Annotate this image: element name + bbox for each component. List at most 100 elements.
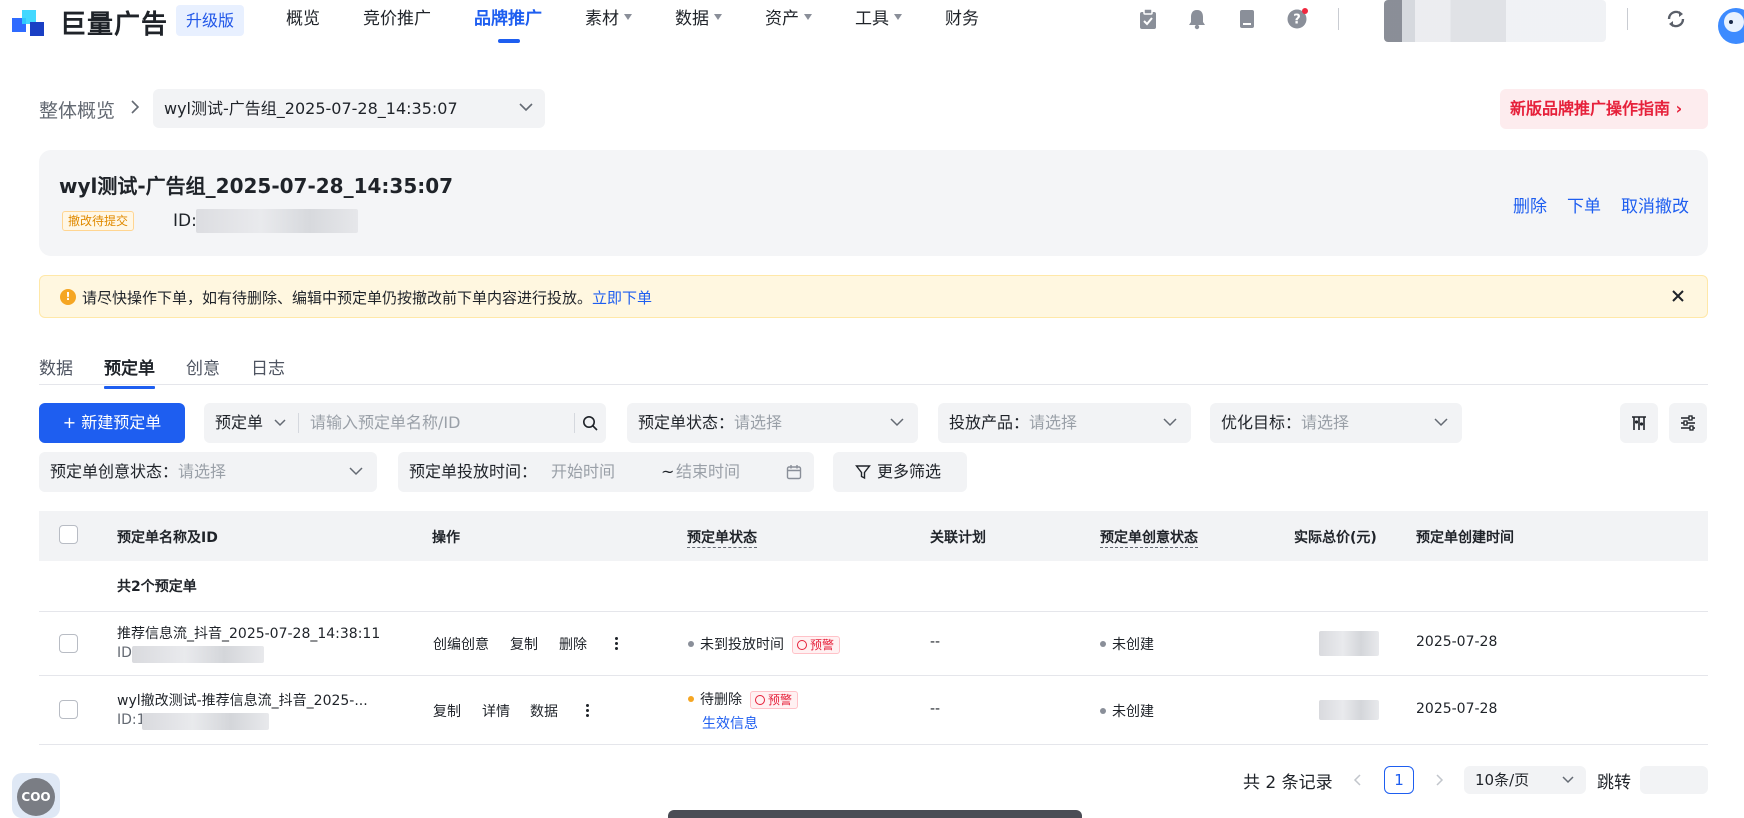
column-settings-button[interactable] xyxy=(1620,403,1658,443)
ad-group-select[interactable]: wyl测试-广告组_2025-07-28_14:35:07 xyxy=(153,89,545,128)
product-placeholder: 请选择 xyxy=(1029,413,1078,432)
ocean-engine-logo-icon[interactable] xyxy=(12,8,46,40)
chevron-right-icon xyxy=(1436,774,1444,786)
breadcrumb-root[interactable]: 整体概览 xyxy=(39,96,115,123)
cancel-revision-button[interactable]: 取消撤改 xyxy=(1621,192,1689,217)
status-dot-icon xyxy=(688,696,694,702)
copy-link[interactable]: 复制 xyxy=(510,634,538,654)
copy-link[interactable]: 复制 xyxy=(433,701,461,721)
chevron-down-icon xyxy=(349,467,363,476)
caret-down-icon xyxy=(714,14,722,20)
nav-item-assets[interactable]: 资产 xyxy=(765,0,812,40)
details-link[interactable]: 详情 xyxy=(482,701,510,721)
help-icon[interactable]: ? xyxy=(1286,8,1308,30)
select-all-checkbox[interactable] xyxy=(59,525,78,544)
place-order-button[interactable]: 下单 xyxy=(1567,192,1601,217)
nav-item-brand[interactable]: 品牌推广 xyxy=(474,0,542,43)
order-now-link[interactable]: 立即下单 xyxy=(592,289,652,307)
effective-info-link[interactable]: 生效信息 xyxy=(702,713,758,733)
warning-icon: ! xyxy=(60,289,76,305)
new-order-button[interactable]: + 新建预定单 xyxy=(39,403,185,443)
data-link[interactable]: 数据 xyxy=(530,701,558,721)
refresh-icon[interactable] xyxy=(1665,8,1687,30)
ad-group-actions: 删除 下单 取消撤改 xyxy=(1513,192,1689,217)
ad-group-select-value: wyl测试-广告组_2025-07-28_14:35:07 xyxy=(164,99,458,118)
order-status-placeholder: 请选择 xyxy=(734,413,783,432)
tab-logs[interactable]: 日志 xyxy=(251,354,285,387)
column-header-status[interactable]: 预定单状态 xyxy=(687,527,757,548)
filter-settings-button[interactable] xyxy=(1669,403,1707,443)
sliders-icon xyxy=(1681,415,1695,431)
assistant-mascot-icon[interactable] xyxy=(1712,2,1744,54)
status-dot-icon xyxy=(1100,641,1106,647)
column-header-name: 预定单名称及ID xyxy=(117,530,218,546)
tab-creatives[interactable]: 创意 xyxy=(186,354,220,387)
close-icon[interactable] xyxy=(1669,287,1687,305)
create-creative-link[interactable]: 创编创意 xyxy=(433,634,489,654)
assistant-avatar-icon: COO xyxy=(17,778,55,816)
nav-item-bidding[interactable]: 竞价推广 xyxy=(363,0,431,40)
floating-assistant-button[interactable]: COO xyxy=(12,773,60,818)
order-status-filter[interactable]: 预定单状态：请选择 xyxy=(627,403,918,443)
row-checkbox[interactable] xyxy=(59,634,78,653)
more-filters-button[interactable]: 更多筛选 xyxy=(833,452,967,492)
account-info[interactable] xyxy=(1384,0,1606,42)
status-badge: 撤改待提交 xyxy=(62,211,135,231)
nav-item-finance[interactable]: 财务 xyxy=(945,0,979,40)
divider xyxy=(298,413,299,433)
caret-down-icon xyxy=(894,14,902,20)
jump-page-input[interactable] xyxy=(1640,766,1708,794)
order-status: 未到投放时间 预警 xyxy=(688,634,841,654)
bell-icon[interactable] xyxy=(1186,8,1208,30)
divider xyxy=(1338,8,1339,30)
delete-link[interactable]: 删除 xyxy=(559,634,587,654)
warning-alert: ! 请尽快操作下单，如有待删除、编辑中预定单仍按撤改前下单内容进行投放。立即下单 xyxy=(39,275,1708,318)
creative-status-filter[interactable]: 预定单创意状态：请选择 xyxy=(39,452,377,492)
nav-item-tools[interactable]: 工具 xyxy=(855,0,902,40)
nav-item-overview[interactable]: 概览 xyxy=(286,0,320,40)
prev-page-button[interactable] xyxy=(1343,766,1373,794)
filter-icon xyxy=(855,465,871,480)
status-dot-icon xyxy=(1100,708,1106,714)
jump-label: 跳转 xyxy=(1597,773,1631,793)
alert-message: 请尽快操作下单，如有待删除、编辑中预定单仍按撤改前下单内容进行投放。立即下单 xyxy=(82,289,653,307)
column-header-price: 实际总价(元) xyxy=(1294,530,1377,546)
clipboard-check-icon[interactable] xyxy=(1137,8,1159,30)
more-actions-icon[interactable] xyxy=(586,704,590,718)
creative-status: 未创建 xyxy=(1100,634,1154,654)
horizontal-scrollbar[interactable] xyxy=(668,810,1082,818)
more-actions-icon[interactable] xyxy=(615,637,619,651)
search-icon[interactable] xyxy=(582,415,598,431)
start-time-input[interactable]: 开始时间 xyxy=(551,452,615,492)
page-1-button[interactable]: 1 xyxy=(1384,766,1414,794)
end-time-input[interactable]: 结束时间 xyxy=(676,452,740,492)
chevron-left-icon xyxy=(1353,774,1361,786)
search-input[interactable]: 请输入预定单名称/ID xyxy=(310,403,460,443)
edition-badge[interactable]: 升级版 xyxy=(176,5,245,36)
column-header-creative-status[interactable]: 预定单创意状态 xyxy=(1100,527,1198,548)
page-size-select[interactable]: 10条/页 xyxy=(1464,766,1586,794)
linked-plan: -- xyxy=(930,634,941,650)
warning-badge[interactable]: 预警 xyxy=(750,691,799,709)
document-icon[interactable] xyxy=(1236,8,1258,30)
search-type-select[interactable]: 预定单 xyxy=(204,413,263,432)
nav-item-material[interactable]: 素材 xyxy=(585,0,632,40)
order-name[interactable]: 推荐信息流_抖音_2025-07-28_14:38:11 xyxy=(117,623,380,643)
warning-badge[interactable]: 预警 xyxy=(792,636,841,654)
tab-data[interactable]: 数据 xyxy=(39,354,73,387)
chevron-down-icon xyxy=(1434,418,1448,427)
order-name[interactable]: wyl撤改测试-推荐信息流_抖音_2025-... xyxy=(117,690,368,710)
chevron-down-icon xyxy=(890,418,904,427)
row-checkbox[interactable] xyxy=(59,700,78,719)
delete-button[interactable]: 删除 xyxy=(1513,192,1547,217)
optimization-target-filter[interactable]: 优化目标：请选择 xyxy=(1210,403,1462,443)
product-filter[interactable]: 投放产品：请选择 xyxy=(938,403,1191,443)
columns-icon xyxy=(1632,416,1646,430)
nav-item-data[interactable]: 数据 xyxy=(675,0,722,40)
next-page-button[interactable] xyxy=(1424,766,1454,794)
ad-group-id-label: ID: xyxy=(173,211,197,231)
brand-guide-button[interactable]: 新版品牌推广操作指南 › xyxy=(1500,89,1708,129)
table-header: 预定单名称及ID 操作 预定单状态 关联计划 预定单创意状态 实际总价(元) 预… xyxy=(39,511,1708,561)
tab-orders[interactable]: 预定单 xyxy=(104,354,155,389)
calendar-icon[interactable] xyxy=(786,464,802,480)
